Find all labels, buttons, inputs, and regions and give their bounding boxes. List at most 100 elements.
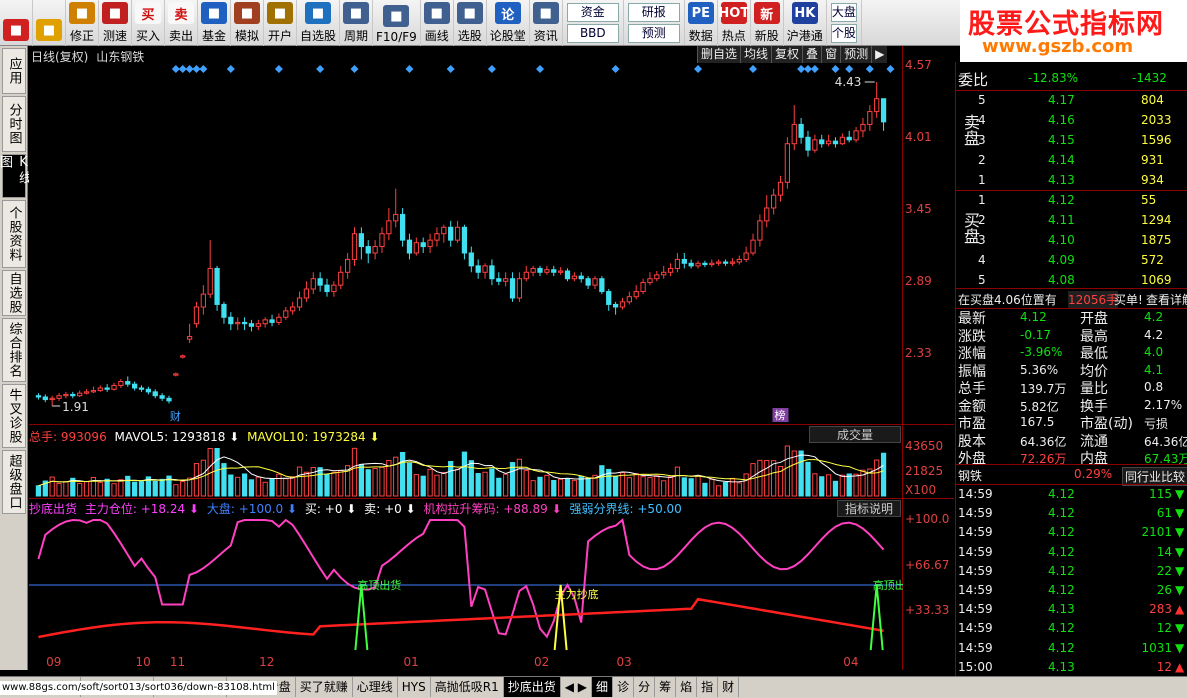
candle-body xyxy=(461,226,468,254)
industry-row: 钢铁 0.29% 同行业比较 xyxy=(956,466,1187,486)
left-tab-6[interactable]: 牛叉诊股 xyxy=(2,384,26,448)
bottom-tab-10[interactable]: 抄底出货 xyxy=(503,677,561,697)
indicator-help-button[interactable]: 指标说明 xyxy=(837,500,901,517)
toolbar-button-10[interactable]: ■ 周期 xyxy=(340,0,374,46)
volume-bar xyxy=(35,485,42,497)
stack-button-1[interactable]: BBD xyxy=(566,23,619,43)
left-tab-0[interactable]: 应用 xyxy=(2,48,26,94)
toolbar-button-4[interactable]: 买买入 xyxy=(132,0,165,46)
indicator-chart[interactable]: 高顶出货主力抄底 高顶出 xyxy=(29,516,903,656)
left-tab-4[interactable]: 自选股 xyxy=(2,270,26,316)
stat-value: 亏损 xyxy=(1144,417,1169,431)
toolbar-button-13[interactable]: ■ 选股 xyxy=(454,0,487,46)
toolbar-button-2[interactable]: ■ 修正 xyxy=(66,0,99,46)
volume-bar xyxy=(612,476,619,497)
toolbar-button-14[interactable]: 论论股堂 xyxy=(487,0,530,46)
candle-body xyxy=(241,321,248,325)
candle-body xyxy=(503,278,509,282)
ask-level-row: 2 4.14 931 xyxy=(956,152,1187,171)
candle-body xyxy=(138,387,145,390)
toolbar-button-11[interactable]: ■ F10/F9 xyxy=(373,0,421,46)
candle-body xyxy=(131,383,138,389)
hammer-icon: ■ xyxy=(234,2,260,24)
right-tab-4[interactable]: 焰 xyxy=(676,677,698,697)
toolbar-button-6[interactable]: ■ 基金 xyxy=(198,0,231,46)
tab-scroll-arrows-icon[interactable]: ◀ ▶ xyxy=(561,677,593,697)
volume-bar xyxy=(688,478,694,497)
right-tab-5[interactable]: 指 xyxy=(697,677,719,697)
candle-body xyxy=(750,239,756,254)
panel-divider xyxy=(956,484,1187,485)
left-tab-2[interactable]: K线图 xyxy=(0,154,31,198)
candle-body xyxy=(454,226,461,241)
price-chart[interactable]: 4.43 1.91 财 榜 xyxy=(29,46,903,424)
bottom-tab-7[interactable]: 心理线 xyxy=(353,677,398,697)
volume-bar xyxy=(853,473,859,497)
volume-bar xyxy=(736,482,742,497)
volume-chart[interactable] xyxy=(29,442,903,498)
right-tab-6[interactable]: 财 xyxy=(718,677,740,697)
toolbar-button-16[interactable]: PE 数据 xyxy=(685,0,718,46)
f10-icon: ■ xyxy=(383,5,410,27)
bid-price: 4.08 xyxy=(1048,273,1075,287)
tick-row: 14:59 4.12 26 ▼ xyxy=(956,582,1187,601)
toolbar-button-7[interactable]: ■ 模拟 xyxy=(231,0,264,46)
candle-body xyxy=(544,269,550,273)
volume-bar xyxy=(434,474,440,497)
toolbar-button-9[interactable]: ■ 自选股 xyxy=(297,0,341,46)
bottom-tab-8[interactable]: HYS xyxy=(398,677,431,697)
stack-button-0[interactable]: 资金 xyxy=(566,2,619,22)
toolbar-button-18[interactable]: 新新股 xyxy=(751,0,784,46)
notice-detail-link: 查看详解 xyxy=(1146,293,1187,307)
stack-button-3[interactable]: 预测 xyxy=(627,23,680,43)
right-tab-0[interactable]: 细 xyxy=(592,677,614,697)
candle-body xyxy=(695,262,701,267)
volume-bar xyxy=(97,482,103,497)
buy-annotation: 主力抄底 xyxy=(555,587,599,601)
stack-button-2[interactable]: 研报 xyxy=(627,2,680,22)
left-tab-1[interactable]: 分时图 xyxy=(2,96,26,152)
sell-value: +0 xyxy=(384,502,402,516)
volume-indicator-button[interactable]: 成交量 xyxy=(809,426,901,443)
left-tab-7[interactable]: 超级盘口 xyxy=(2,450,26,514)
candle-body xyxy=(612,303,619,308)
signal-diamond xyxy=(694,65,703,73)
bottom-tab-6[interactable]: 买了就赚 xyxy=(296,677,353,697)
kline-chart-area[interactable]: 日线(复权) 山东钢铁 删自选 均线 复权叠窗预测 ▶ 4.43 1.91 财榜 4.57… xyxy=(29,46,954,670)
toolbar-button-15[interactable]: ■ 资讯 xyxy=(530,0,563,46)
bottom-tab-9[interactable]: 高抛低吸R1 xyxy=(431,677,504,697)
toolbar-button-12[interactable]: ■ 画线 xyxy=(421,0,454,46)
right-tab-1[interactable]: 诊 xyxy=(613,677,635,697)
left-tab-5[interactable]: 综合排名 xyxy=(2,318,26,382)
candle-body xyxy=(97,387,103,392)
toolbar-button-19[interactable]: HK 沪港通 xyxy=(784,0,827,46)
toolbar-button-0[interactable]: ■ xyxy=(0,0,33,46)
candle-body xyxy=(70,393,76,397)
tick-price: 4.12 xyxy=(1048,525,1075,540)
toolbar-button-8[interactable]: ■ 开户 xyxy=(264,0,297,46)
signal-diamond xyxy=(797,65,806,73)
toolbar-button-3[interactable]: ■ 测速 xyxy=(99,0,132,46)
candle-body xyxy=(344,258,351,273)
volume-bar xyxy=(743,473,749,497)
tick-price: 4.12 xyxy=(1048,487,1075,501)
signal-diamond xyxy=(199,65,208,73)
candle-body xyxy=(434,233,440,241)
select-stock-icon: ■ xyxy=(456,2,483,24)
candle-body xyxy=(819,139,825,145)
buy-icon: 买 xyxy=(135,2,161,24)
tick-volume: 115 xyxy=(1149,487,1172,501)
volume-bar xyxy=(482,471,488,497)
toolbar-button-17[interactable]: HOT 热点 xyxy=(718,0,751,46)
bid-level: 2 xyxy=(978,213,986,227)
market-button-1[interactable]: 个股 xyxy=(830,23,857,43)
right-tab-2[interactable]: 分 xyxy=(634,677,656,697)
toolbar-button-1[interactable]: ■ xyxy=(33,0,66,46)
left-tab-3[interactable]: 个股资料 xyxy=(2,200,26,268)
tick-volume: 26 xyxy=(1156,583,1172,597)
candle-body xyxy=(880,98,887,123)
right-tab-3[interactable]: 筹 xyxy=(655,677,677,697)
tick-time: 14:59 xyxy=(958,621,993,636)
toolbar-button-5[interactable]: 卖卖出 xyxy=(165,0,198,46)
market-button-0[interactable]: 大盘 xyxy=(830,2,857,22)
